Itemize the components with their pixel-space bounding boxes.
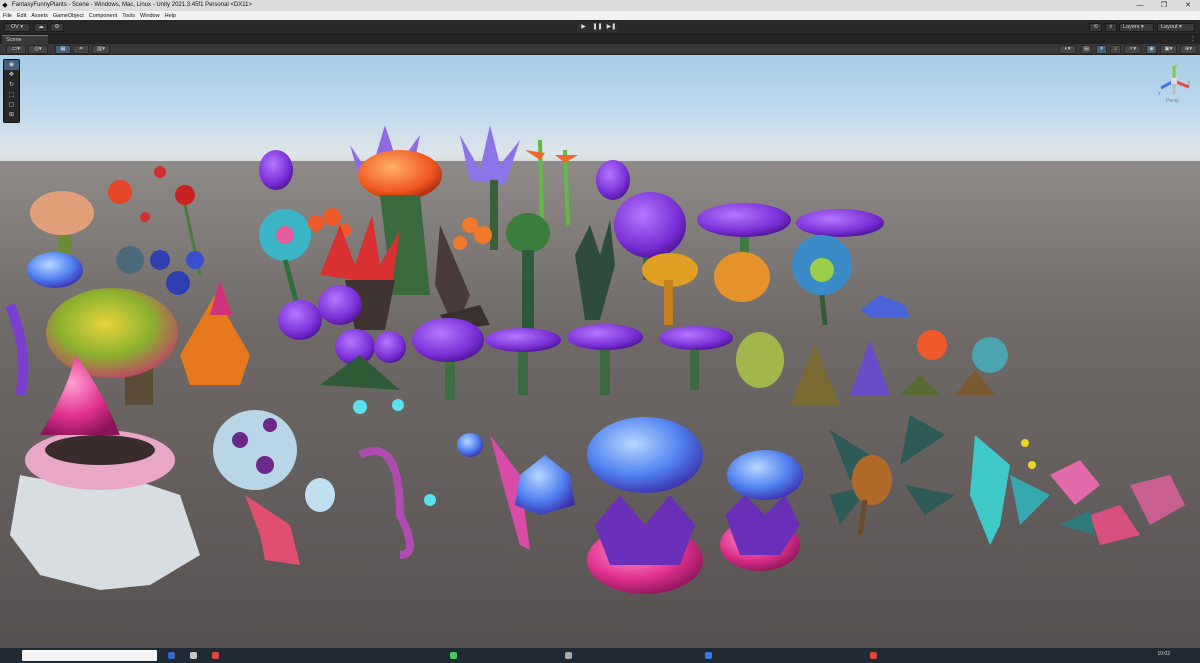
projection-label[interactable]: Persp <box>1166 98 1179 104</box>
search-icon[interactable]: ⌕ <box>1105 23 1117 32</box>
rotate-tool-icon[interactable]: ↻ <box>4 80 19 90</box>
plant-teal-daisy <box>259 209 311 316</box>
rect-tool-icon[interactable]: ▢ <box>4 100 19 110</box>
plant-pink-bell-stalk <box>457 433 575 550</box>
plant-orange-coral <box>642 252 770 325</box>
taskbar-app-icon[interactable] <box>168 652 175 659</box>
scene-toolbar: ▭▾ ◎▾ ▦ ⌗ ▥▾ ◐▾ ▤ ✦ ♪ ✧▾ ◉ ▣▾ ⊕▾ <box>0 44 1200 55</box>
grid-icon[interactable]: ▦ <box>55 45 71 54</box>
transform-tool-icon[interactable]: ⊞ <box>4 110 19 120</box>
pause-button[interactable]: ❚❚ <box>591 22 604 32</box>
menu-gameobject[interactable]: GameObject <box>53 13 84 19</box>
layout-label: Layout <box>1161 24 1178 30</box>
shading-mode-icon[interactable]: ◐▾ <box>1059 45 1076 54</box>
plant-small-dome-coral <box>720 450 803 571</box>
main-toolbar: OV ▾ ☁ ⚙ ▶ ❚❚ ▶❚ ⟲ ⌕ Layers ▾ Layout ▾ <box>0 20 1200 35</box>
scene-tab-label: Scene <box>6 37 22 43</box>
unity-icon: ◆ <box>2 2 8 9</box>
taskbar-app-icon[interactable] <box>450 652 457 659</box>
layers-label: Layers <box>1123 24 1140 30</box>
minimize-button[interactable]: — <box>1128 0 1152 11</box>
plant-green-orb <box>506 213 550 330</box>
os-taskbar: 10:02 <box>0 648 1200 663</box>
menu-bar: File Edit Assets GameObject Component To… <box>0 11 1200 20</box>
plant-teal-leaf-pot <box>830 415 955 536</box>
taskbar-app-icon[interactable] <box>870 652 877 659</box>
plant-purple-bulb-small <box>596 160 630 200</box>
plant-pink-dome-coral <box>587 417 703 594</box>
increment-icon[interactable]: ▥▾ <box>92 45 110 54</box>
collab-icon[interactable]: ⚙ <box>50 23 64 32</box>
history-icon[interactable]: ⟲ <box>1089 23 1102 32</box>
move-tool-icon[interactable]: ✥ <box>4 70 19 80</box>
window-titlebar: ◆ FantasyFunnyPlants - Scene - Windows, … <box>0 0 1200 11</box>
plant-teal-lily <box>970 435 1050 545</box>
lighting-icon[interactable]: ✦ <box>1096 45 1107 54</box>
gizmo-x-label: x <box>1188 80 1191 86</box>
plant-purple-mushroom-3 <box>567 324 643 395</box>
plant-sprout-pair <box>525 139 578 226</box>
gizmo-y-label: y <box>1175 62 1178 68</box>
plant-blue-berries <box>116 246 204 295</box>
plant-moss-cluster <box>736 330 1008 405</box>
menu-edit[interactable]: Edit <box>17 13 26 19</box>
transform-toggle-icon[interactable]: ▭▾ <box>6 45 26 54</box>
gizmos-icon[interactable]: ⊕▾ <box>1180 45 1197 54</box>
plant-purple-mushroom-cap-3 <box>796 209 884 237</box>
plant-orange-bloom <box>180 280 250 385</box>
hidden-objects-icon[interactable]: ◉ <box>1146 45 1157 54</box>
layout-dropdown[interactable]: Layout ▾ <box>1157 23 1195 32</box>
layers-dropdown[interactable]: Layers ▾ <box>1119 23 1154 32</box>
plant-purple-mushroom-2 <box>485 328 561 395</box>
2d-icon[interactable]: ▤ <box>1081 45 1092 54</box>
taskbar-app-icon[interactable] <box>565 652 572 659</box>
plant-magenta-sprouts <box>353 399 436 559</box>
menu-help[interactable]: Help <box>165 13 176 19</box>
plant-purple-bulb <box>259 150 293 190</box>
scene-viewport[interactable]: ◉ ✥ ↻ ⬚ ▢ ⊞ y x z Persp <box>0 55 1200 648</box>
view-tool-icon[interactable]: ◉ <box>4 60 19 70</box>
taskbar-search-input[interactable] <box>22 650 157 661</box>
window-title: FantasyFunnyPlants - Scene - Windows, Ma… <box>12 2 253 8</box>
taskbar-clock[interactable]: 10:02 <box>1157 651 1170 657</box>
menu-assets[interactable]: Assets <box>31 13 48 19</box>
plant-dark-grass <box>575 220 615 320</box>
playmode-controls: ▶ ❚❚ ▶❚ <box>577 22 619 32</box>
plant-pink-blossoms <box>1050 460 1185 545</box>
pivot-icon[interactable]: ◎▾ <box>28 45 48 54</box>
play-button[interactable]: ▶ <box>577 22 590 32</box>
plant-blue-crystal <box>860 295 910 317</box>
plant-blue-blob <box>27 252 83 288</box>
scale-tool-icon[interactable]: ⬚ <box>4 90 19 100</box>
plant-purple-mushroom-1 <box>412 318 484 400</box>
tab-menu-icon[interactable]: ⋮ <box>1190 35 1196 44</box>
account-dropdown[interactable]: OV ▾ <box>4 23 30 32</box>
menu-component[interactable]: Component <box>89 13 117 19</box>
close-button[interactable]: ✕ <box>1176 0 1200 11</box>
plant-purple-vine <box>5 303 29 397</box>
plant-pink-bulb-flower <box>10 355 200 590</box>
plant-models <box>5 125 1185 594</box>
maximize-button[interactable]: ❐ <box>1152 0 1176 11</box>
step-button[interactable]: ▶❚ <box>605 22 618 32</box>
snap-icon[interactable]: ⌗ <box>73 45 89 54</box>
taskbar-app-icon[interactable] <box>705 652 712 659</box>
menu-file[interactable]: File <box>3 13 12 19</box>
plant-purple-mushroom-4 <box>659 326 733 390</box>
menu-window[interactable]: Window <box>140 13 160 19</box>
taskbar-app-icon[interactable] <box>190 652 197 659</box>
gizmo-z-label: z <box>1158 91 1161 97</box>
audio-icon[interactable]: ♪ <box>1110 45 1121 54</box>
plant-spotted-pod <box>213 410 335 565</box>
taskbar-app-icon[interactable] <box>212 652 219 659</box>
cloud-icon[interactable]: ☁ <box>34 23 48 32</box>
tab-scene[interactable]: Scene <box>2 35 48 44</box>
scene-tools-panel: ◉ ✥ ↻ ⬚ ▢ ⊞ <box>3 59 20 123</box>
camera-icon[interactable]: ▣▾ <box>1160 45 1177 54</box>
plant-blue-flower <box>792 235 852 326</box>
dock-tab-bar: Scene ⋮ <box>0 35 1200 44</box>
menu-tools[interactable]: Tools <box>122 13 135 19</box>
effects-icon[interactable]: ✧▾ <box>1124 45 1141 54</box>
